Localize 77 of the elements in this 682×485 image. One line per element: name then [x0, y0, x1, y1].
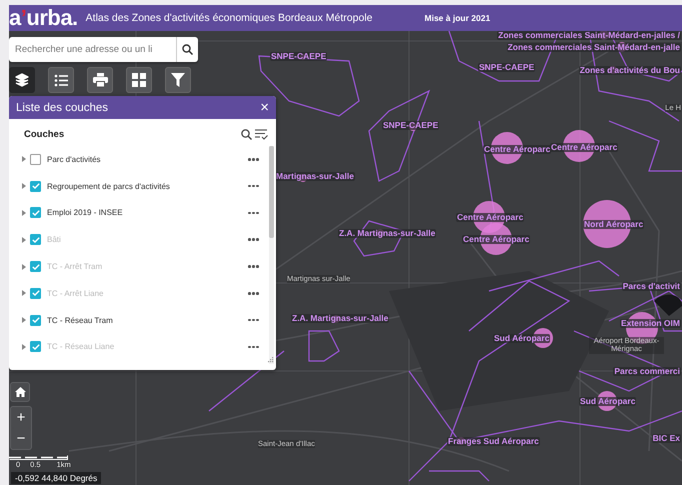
- zone-label: Extension OIM: [620, 319, 681, 328]
- layer-name: Regroupement de parcs d'activités: [47, 182, 171, 191]
- section-heading: Couches: [24, 129, 64, 140]
- layers-icon: [15, 73, 29, 87]
- zone-label: Centre Aéroparc: [550, 143, 618, 152]
- more-options-icon[interactable]: [248, 212, 259, 214]
- printer-icon: [92, 73, 108, 87]
- resize-handle-icon[interactable]: [268, 357, 274, 363]
- expand-caret-icon[interactable]: [22, 183, 26, 190]
- logo: a’urba.: [9, 5, 78, 31]
- list-icon: [54, 74, 68, 86]
- zone-label: SNPE-CAEPE: [270, 52, 328, 62]
- layer-name: TC - Réseau Tram: [47, 316, 114, 325]
- coordinates-readout: -0,592 44,840 Degrés: [11, 472, 102, 484]
- layer-name: Parc d'activités: [47, 154, 102, 164]
- home-button[interactable]: [10, 382, 30, 402]
- scrollbar[interactable]: [269, 146, 274, 364]
- zone-label: SNPE-CAEPE: [478, 63, 536, 72]
- grid-icon: [132, 73, 146, 87]
- more-options-icon[interactable]: [248, 318, 259, 322]
- lake-shape: [654, 294, 682, 316]
- zone-label: BIC Ex: [652, 434, 681, 444]
- zone-label: Parcs d'activit: [622, 282, 681, 292]
- layer-checkbox[interactable]: [30, 207, 41, 218]
- zone-label: Franges Sud Aéroparc: [447, 437, 540, 446]
- search-icon[interactable]: [241, 129, 252, 140]
- filter-button[interactable]: [165, 67, 191, 93]
- layer-name: TC - Arrêt Tram: [47, 262, 104, 272]
- more-options-icon[interactable]: [248, 238, 259, 242]
- zone-label: Zones commerciales Saint-Médard-en-jalle: [506, 43, 681, 52]
- layer-checkbox[interactable]: [30, 180, 41, 192]
- more-options-icon[interactable]: [248, 184, 259, 188]
- zone-label: Zones d'activités du Bou: [578, 66, 681, 76]
- more-options-icon[interactable]: [248, 292, 259, 295]
- zone-label: Martignas-sur-Jalle: [275, 172, 355, 182]
- more-options-icon[interactable]: [248, 265, 259, 268]
- layer-name: Emploi 2019 - INSEE: [47, 208, 124, 218]
- layer-name: Bâti: [47, 235, 62, 244]
- zone-label: SNPE-CAEPE: [382, 121, 440, 130]
- layer-name: TC - Réseau Liane: [47, 342, 116, 352]
- search-field[interactable]: Rechercher une adresse ou un li: [9, 37, 176, 62]
- print-button[interactable]: [87, 67, 113, 93]
- expand-caret-icon[interactable]: [22, 290, 26, 296]
- zone-label: Sud Aéroparc: [579, 397, 636, 406]
- layer-checkbox[interactable]: [30, 314, 41, 326]
- zone-label: Centre Aéroparc: [456, 213, 524, 222]
- expand-caret-icon[interactable]: [22, 210, 26, 216]
- more-options-icon[interactable]: [248, 346, 259, 348]
- zone-label: Centre Aéroparc: [462, 235, 530, 244]
- search-button[interactable]: [176, 37, 198, 62]
- expand-caret-icon[interactable]: [22, 156, 26, 162]
- update-date: Mise à jour 2021: [424, 13, 490, 23]
- zone-label: Z.A. Martignas-sur-Jalle: [338, 229, 436, 238]
- grid-button[interactable]: [126, 67, 152, 93]
- zone-label: Z.A. Martignas-sur-Jalle: [291, 314, 390, 324]
- expand-caret-icon[interactable]: [22, 344, 26, 350]
- app-title: Atlas des Zones d'activités économiques Bordeaux Métropole: [86, 12, 372, 24]
- scale-bar: [9, 455, 69, 460]
- legend-button[interactable]: [48, 67, 74, 93]
- layers-button[interactable]: [9, 67, 35, 93]
- search-icon: [182, 44, 193, 55]
- expand-caret-icon[interactable]: [22, 317, 26, 324]
- more-options-icon[interactable]: [248, 158, 259, 161]
- filter-list-icon[interactable]: [255, 129, 268, 140]
- layer-checkbox[interactable]: [30, 154, 41, 165]
- filter-icon: [171, 73, 185, 87]
- layer-name: TC - Arrêt Liane: [47, 288, 104, 298]
- panel-title: Liste des couches: [16, 102, 108, 114]
- zone-label: Nord Aéroparc: [583, 220, 644, 230]
- expand-caret-icon[interactable]: [22, 264, 26, 270]
- home-icon: [14, 387, 26, 397]
- close-button[interactable]: ×: [260, 100, 269, 115]
- zone-label: Zones commerciales Saint-Médard-en-jalles /: [497, 31, 681, 40]
- zone-label: Parcs commerci: [613, 367, 681, 376]
- zone-label: Sud Aéroparc: [493, 334, 550, 344]
- zone-label: Centre Aéroparc: [483, 145, 552, 154]
- expand-caret-icon[interactable]: [22, 236, 26, 243]
